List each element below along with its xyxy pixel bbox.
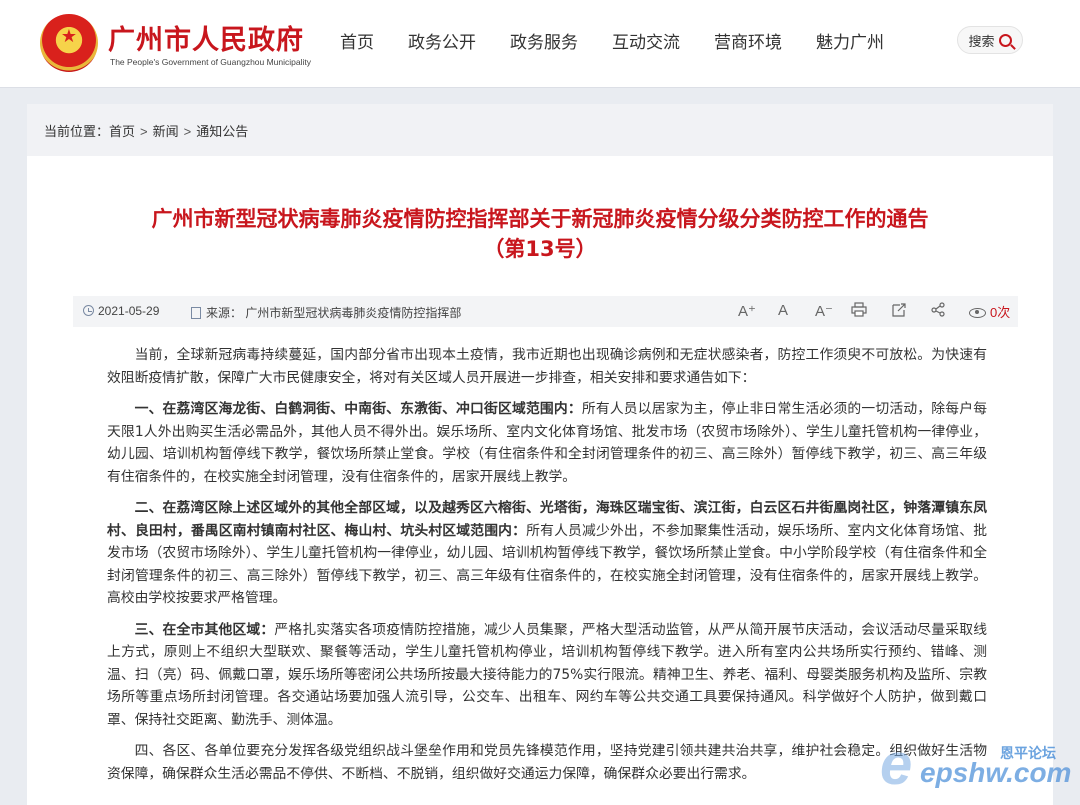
article-body: 当前，全球新冠病毒持续蔓延，国内部分省市出现本土疫情，我市近期也出现确诊病例和无… (107, 344, 987, 794)
article-title-line2: （第13号） (483, 237, 597, 261)
nav-services[interactable]: 政务服务 (510, 28, 578, 53)
nav-interaction[interactable]: 互动交流 (612, 28, 680, 53)
site-header: 广州市人民政府 The People's Government of Guang… (0, 0, 1080, 88)
nav-business[interactable]: 营商环境 (714, 28, 782, 53)
article-source: 来源： 广州市新型冠状病毒肺炎疫情防控指挥部 (191, 304, 461, 321)
breadcrumb-notices[interactable]: 通知公告 (196, 124, 248, 139)
article-source-value: 来源： 广州市新型冠状病毒肺炎疫情防控指挥部 (206, 306, 462, 320)
share-link-icon[interactable] (891, 302, 907, 321)
breadcrumb-prefix: 当前位置： (44, 124, 110, 139)
article-paragraph: 三、在全市其他区域：严格扎实落实各项疫情防控措施，减少人员集聚，严格大型活动监管… (107, 619, 987, 732)
paragraph-lead: 三、在全市其他区域： (134, 621, 275, 638)
breadcrumb-home[interactable]: 首页 (109, 124, 135, 139)
share-icon[interactable] (930, 302, 946, 321)
article-paragraph: 二、在荔湾区除上述区域外的其他全部区域，以及越秀区六榕街、光塔街，海珠区瑞宝街、… (107, 497, 987, 610)
eye-icon (969, 308, 986, 318)
print-icon[interactable] (851, 302, 867, 321)
nav-charm[interactable]: 魅力广州 (816, 28, 884, 53)
article-date-value: 2021-05-29 (98, 304, 160, 318)
document-icon (191, 307, 201, 319)
clock-icon (83, 305, 94, 316)
article-meta-bar: 2021-05-29 来源： 广州市新型冠状病毒肺炎疫情防控指挥部 A⁺ A A… (73, 296, 1018, 327)
article-paragraph: 四、各区、各单位要充分发挥各级党组织战斗堡垒作用和党员先锋模范作用，坚持党建引领… (107, 740, 987, 785)
breadcrumb-separator: > (183, 124, 192, 139)
article-paragraph: 当前，全球新冠病毒持续蔓延，国内部分省市出现本土疫情，我市近期也出现确诊病例和无… (107, 344, 987, 389)
article-paragraph: 一、在荔湾区海龙街、白鹤洞街、中南街、东漖街、冲口街区域范围内：所有人员以居家为… (107, 398, 987, 488)
national-emblem-icon[interactable] (40, 14, 98, 72)
watermark-text: epshw.com (920, 757, 1072, 788)
font-increase-button[interactable]: A⁺ (738, 302, 756, 320)
search-button[interactable]: 搜索 (957, 26, 1023, 54)
search-label: 搜索 (968, 34, 995, 50)
breadcrumb-separator: > (140, 124, 148, 139)
nav-government-affairs[interactable]: 政务公开 (408, 28, 476, 53)
article-date: 2021-05-29 (83, 304, 159, 318)
paragraph-text: 四、各区、各单位要充分发挥各级党组织战斗堡垒作用和党员先锋模范作用，坚持党建引领… (107, 743, 987, 782)
nav-home[interactable]: 首页 (340, 28, 374, 53)
watermark-e-logo-icon: e (880, 732, 913, 797)
breadcrumb: 当前位置：首页 > 新闻 > 通知公告 (27, 104, 1053, 156)
site-subtitle: The People's Government of Guangzhou Mun… (110, 57, 312, 67)
paragraph-text: 当前，全球新冠病毒持续蔓延，国内部分省市出现本土疫情，我市近期也出现确诊病例和无… (107, 347, 987, 386)
article-container: 当前位置：首页 > 新闻 > 通知公告 广州市新型冠状病毒肺炎疫情防控指挥部关于新冠肺炎… (27, 104, 1053, 805)
site-title[interactable]: 广州市人民政府 (108, 18, 304, 57)
watermark: e 恩平论坛 epshw.com (880, 732, 1072, 797)
article-title: 广州市新型冠状病毒肺炎疫情防控指挥部关于新冠肺炎疫情分级分类防控工作的通告 （第… (107, 204, 973, 264)
view-count: 0次 (990, 305, 1011, 320)
breadcrumb-news[interactable]: 新闻 (153, 124, 179, 139)
search-icon (998, 33, 1012, 47)
font-decrease-button[interactable]: A⁻ (815, 302, 833, 320)
main-nav: 首页 政务公开 政务服务 互动交流 营商环境 魅力广州 (340, 28, 918, 53)
article-title-line1: 广州市新型冠状病毒肺炎疫情防控指挥部关于新冠肺炎疫情分级分类防控工作的通告 (151, 207, 929, 231)
font-reset-button[interactable]: A (778, 302, 788, 319)
paragraph-lead: 一、在荔湾区海龙街、白鹤洞街、中南街、东漖街、冲口街区域范围内： (134, 401, 582, 417)
view-counter: 0次 (969, 302, 1010, 321)
